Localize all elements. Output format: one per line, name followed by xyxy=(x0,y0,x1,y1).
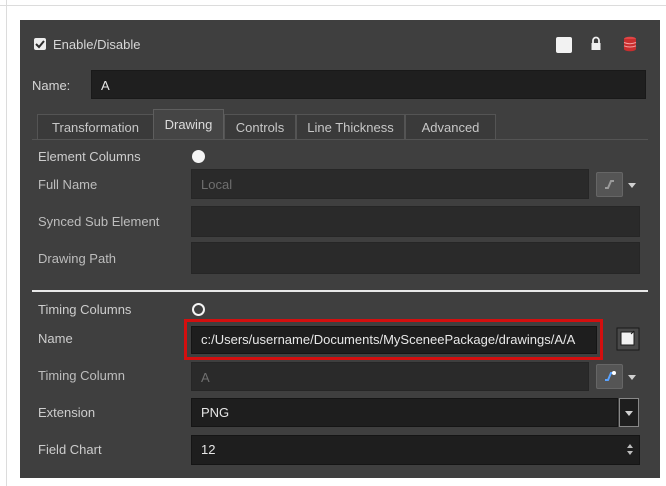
element-columns-radio[interactable] xyxy=(192,150,205,163)
timing-column-label: Timing Column xyxy=(38,368,125,383)
field-chart-label: Field Chart xyxy=(38,442,102,457)
link-icon xyxy=(605,180,614,189)
section-divider xyxy=(32,290,648,292)
synced-sub-element-label: Synced Sub Element xyxy=(38,214,160,229)
tab-drawing[interactable]: Drawing xyxy=(153,109,224,140)
timing-column-input[interactable]: A xyxy=(191,362,589,391)
extension-label: Extension xyxy=(38,405,96,420)
extension-select[interactable]: PNG xyxy=(191,398,618,427)
tab-bar-divider xyxy=(32,139,648,140)
frame-left-border xyxy=(6,0,7,486)
checkmark-icon xyxy=(35,40,45,49)
chevron-down-icon-3 xyxy=(625,411,633,416)
database-icon[interactable] xyxy=(623,36,637,52)
tab-controls[interactable]: Controls xyxy=(224,114,296,139)
square-icon[interactable] xyxy=(556,37,572,53)
enable-checkbox[interactable] xyxy=(34,38,46,50)
synced-sub-element-input[interactable] xyxy=(191,206,640,237)
browse-folder-icon[interactable] xyxy=(616,327,640,351)
element-columns-label: Element Columns xyxy=(38,149,141,164)
tab-transformation[interactable]: Transformation xyxy=(37,114,154,139)
chevron-down-icon-2[interactable] xyxy=(628,375,636,380)
timing-columns-label: Timing Columns xyxy=(38,302,132,317)
chevron-down-icon[interactable] xyxy=(628,183,636,188)
name-input[interactable]: A xyxy=(91,70,646,99)
drawing-path-input[interactable] xyxy=(191,242,640,274)
full-name-label: Full Name xyxy=(38,177,98,192)
link-active-icon xyxy=(605,371,616,381)
frame-top-border xyxy=(0,5,666,6)
tab-line-thickness[interactable]: Line Thickness xyxy=(296,114,405,139)
timing-name-label: Name xyxy=(38,331,73,346)
name-label: Name: xyxy=(32,78,71,93)
lock-icon[interactable] xyxy=(590,36,602,52)
link-button-2[interactable] xyxy=(596,364,623,389)
extension-dropdown-button[interactable] xyxy=(619,398,639,427)
highlight-box xyxy=(184,319,603,360)
tab-advanced[interactable]: Advanced xyxy=(405,114,496,139)
spinner-arrows-icon[interactable] xyxy=(626,443,634,456)
link-button[interactable] xyxy=(596,172,623,197)
layer-properties-panel: Enable/Disable Name: A Transformation Dr… xyxy=(20,20,660,478)
full-name-input[interactable]: Local xyxy=(191,169,589,199)
drawing-path-label: Drawing Path xyxy=(38,251,117,266)
timing-columns-radio[interactable] xyxy=(192,303,205,316)
enable-disable-label: Enable/Disable xyxy=(53,37,141,52)
field-chart-spinbox[interactable]: 12 xyxy=(191,435,640,465)
